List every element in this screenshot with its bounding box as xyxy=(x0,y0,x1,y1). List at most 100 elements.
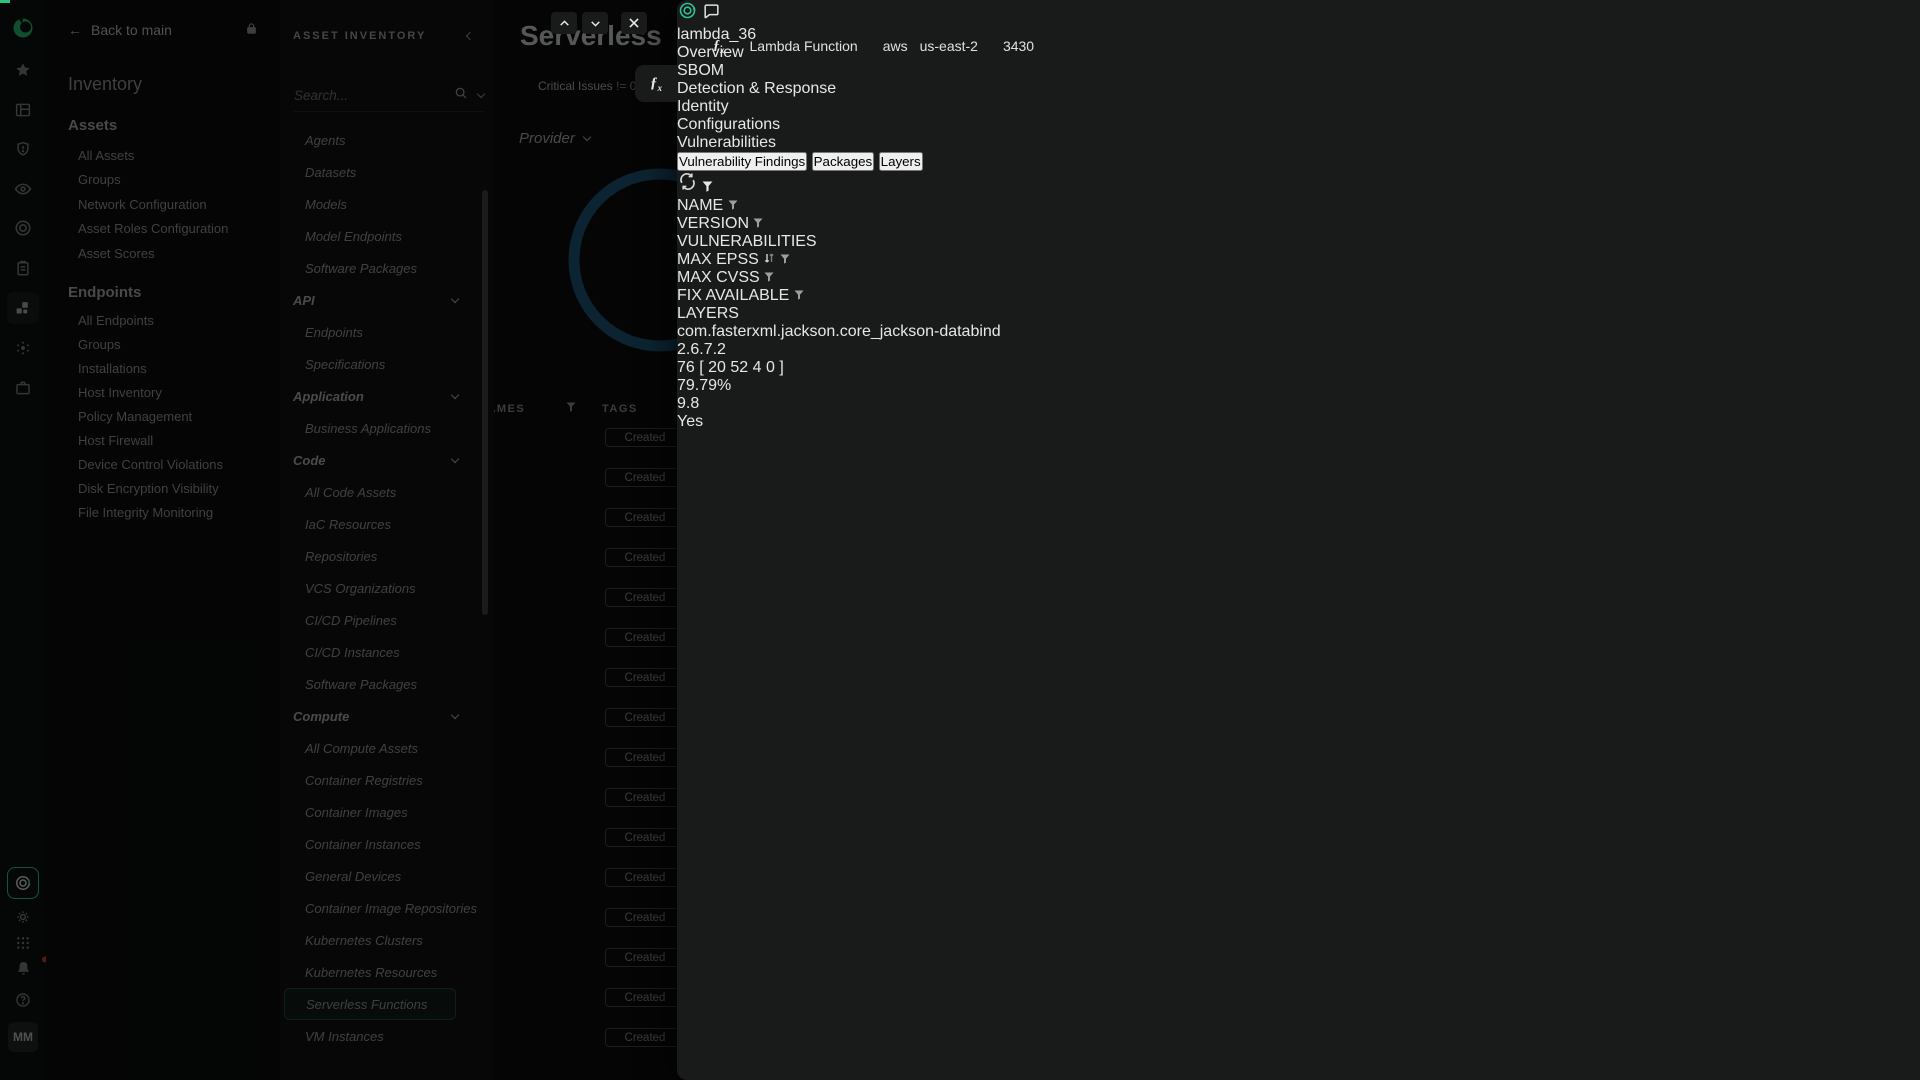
asset-type-item[interactable]: VM Instances xyxy=(280,1020,494,1052)
back-to-main-button[interactable]: ← Back to main xyxy=(68,22,172,38)
subtab-button[interactable]: Vulnerability Findings xyxy=(677,152,807,171)
column-header-vulnerabilities[interactable]: VULNERABILITIES xyxy=(677,233,1920,251)
subtab-button[interactable]: Packages xyxy=(812,152,875,171)
sidebar-item[interactable]: All Endpoints xyxy=(78,308,272,332)
help-circle-icon[interactable] xyxy=(15,992,32,1009)
sidebar-item[interactable]: Policy Management xyxy=(78,404,272,428)
asset-type-item[interactable]: Container Image Repositories xyxy=(280,892,494,924)
ai-security-icon[interactable] xyxy=(14,339,32,357)
sidebar-item[interactable]: Groups xyxy=(78,168,272,193)
vulnerabilities-cell: 76 [ 20 52 xyxy=(677,359,1920,377)
shield-alert-icon[interactable] xyxy=(14,140,32,158)
asset-search[interactable]: Search... xyxy=(294,86,484,112)
asset-type-item[interactable]: CI/CD Instances xyxy=(280,636,494,668)
asset-type-item[interactable]: Endpoints xyxy=(280,316,494,348)
lambda-asset-tab[interactable]: ƒx xyxy=(635,65,677,102)
asset-type-item[interactable]: Business Applications xyxy=(280,412,494,444)
column-header-layers[interactable]: LAYERS xyxy=(677,305,1920,323)
asset-type-item[interactable]: Software Packages xyxy=(280,252,494,284)
compliance-clipboard-icon[interactable] xyxy=(14,259,32,277)
asset-type-item[interactable]: Code xyxy=(280,444,494,476)
asset-type-item[interactable]: Specifications xyxy=(280,348,494,380)
settings-gear-icon[interactable] xyxy=(14,908,32,926)
sidebar-item[interactable]: Asset Roles Configuration xyxy=(78,217,272,242)
copilot-icon[interactable] xyxy=(7,867,39,899)
asset-type-item[interactable]: Serverless Functions xyxy=(284,988,456,1020)
sidebar-item[interactable]: Device Control Violations xyxy=(78,452,272,476)
filter-icon[interactable] xyxy=(794,287,804,304)
provider-group-toggle[interactable]: Provider xyxy=(519,130,590,147)
asset-type-item[interactable]: Repositories xyxy=(280,540,494,572)
sidebar-item[interactable]: Groups xyxy=(78,332,272,356)
asset-type-item[interactable]: Model Endpoints xyxy=(280,220,494,252)
orca-logo-icon[interactable] xyxy=(11,16,35,40)
asset-type-item[interactable]: Software Packages xyxy=(280,668,494,700)
column-header-version[interactable]: VERSION xyxy=(677,215,1920,233)
sidebar-item[interactable]: File Integrity Monitoring xyxy=(78,500,272,524)
panel-tab[interactable]: Detection & Response xyxy=(677,80,1920,98)
asset-type-item[interactable]: All Compute Assets xyxy=(280,732,494,764)
chevron-down-icon[interactable] xyxy=(477,90,485,98)
asset-type-item[interactable]: Container Instances xyxy=(280,828,494,860)
asset-type-item[interactable]: VCS Organizations xyxy=(280,572,494,604)
comments-icon[interactable] xyxy=(702,8,721,25)
search-icon[interactable] xyxy=(454,86,468,105)
panel-tab[interactable]: SBOM xyxy=(677,62,1920,80)
filter-icon[interactable] xyxy=(728,197,738,214)
column-header-fix-available[interactable]: FIX AVAILABLE xyxy=(677,287,1920,305)
copilot-icon[interactable] xyxy=(677,8,702,25)
asset-type-item[interactable]: Datasets xyxy=(280,156,494,188)
avatar[interactable]: MM xyxy=(8,1022,38,1052)
sidebar-item[interactable]: All Assets xyxy=(78,143,272,168)
sidebar-item[interactable]: Network Configuration xyxy=(78,192,272,217)
filter-icon[interactable] xyxy=(780,251,790,268)
filter-chip[interactable]: Critical Issues != 0 xyxy=(525,79,649,106)
asset-type-item[interactable]: IaC Resources xyxy=(280,508,494,540)
filter-icon[interactable] xyxy=(764,269,774,286)
risk-radar-icon[interactable] xyxy=(14,219,33,238)
inventory-panels-icon[interactable] xyxy=(14,101,32,119)
panel-tab[interactable]: Configurations xyxy=(677,116,1920,134)
asset-type-item[interactable]: Agents xyxy=(280,124,494,156)
asset-type-item[interactable]: Models xyxy=(280,188,494,220)
notifications-bell-icon[interactable] xyxy=(0,960,46,977)
column-header-name[interactable]: NAME xyxy=(677,197,1920,215)
divider xyxy=(737,37,738,55)
visibility-eye-icon[interactable] xyxy=(14,180,33,199)
asset-type-item[interactable]: Application xyxy=(280,380,494,412)
assets-blocks-icon[interactable] xyxy=(7,292,39,324)
collapse-panel-button[interactable] xyxy=(467,26,485,44)
sidebar-item[interactable]: Host Inventory xyxy=(78,380,272,404)
sidebar-item[interactable]: Asset Scores xyxy=(78,241,272,266)
column-header-max-cvss[interactable]: MAX CVSS xyxy=(677,269,1920,287)
asset-type-item[interactable]: Kubernetes Resources xyxy=(280,956,494,988)
asset-type-item[interactable]: Container Images xyxy=(280,796,494,828)
asset-type-item[interactable]: CI/CD Pipelines xyxy=(280,604,494,636)
close-panel-button[interactable] xyxy=(621,12,647,34)
favorites-star-icon[interactable] xyxy=(14,61,32,79)
subtab-button[interactable]: Layers xyxy=(879,152,923,171)
sort-icon[interactable] xyxy=(763,251,779,268)
package-table-row[interactable]: com.fasterxml.jackson.core_jackson-datab… xyxy=(677,323,1920,431)
scrollbar-thumb[interactable] xyxy=(482,190,488,615)
sidebar-item[interactable]: Installations xyxy=(78,356,272,380)
panel-tab[interactable]: Identity xyxy=(677,98,1920,116)
asset-inventory-title: ASSET INVENTORY xyxy=(293,30,426,42)
panel-tab[interactable]: Vulnerabilities xyxy=(677,134,1920,152)
refresh-icon[interactable] xyxy=(677,179,702,196)
asset-type-item[interactable]: All Code Assets xyxy=(280,476,494,508)
asset-type-item[interactable]: Container Registries xyxy=(280,764,494,796)
column-header-max-epss[interactable]: MAX EPSS xyxy=(677,251,1920,269)
sidebar-item[interactable]: Host Firewall xyxy=(78,428,272,452)
filter-icon[interactable] xyxy=(753,215,763,232)
asset-type-item[interactable]: General Devices xyxy=(280,860,494,892)
workloads-box-icon[interactable] xyxy=(14,379,32,397)
sidebar-item[interactable]: Disk Encryption Visibility xyxy=(78,476,272,500)
asset-type-item[interactable]: API xyxy=(280,284,494,316)
filter-button[interactable] xyxy=(702,179,713,196)
asset-type-item[interactable]: Kubernetes Clusters xyxy=(280,924,494,956)
prev-asset-button[interactable] xyxy=(551,12,577,34)
asset-type-item[interactable]: Compute xyxy=(280,700,494,732)
next-asset-button[interactable] xyxy=(582,12,608,34)
app-grid-icon[interactable] xyxy=(15,935,31,951)
